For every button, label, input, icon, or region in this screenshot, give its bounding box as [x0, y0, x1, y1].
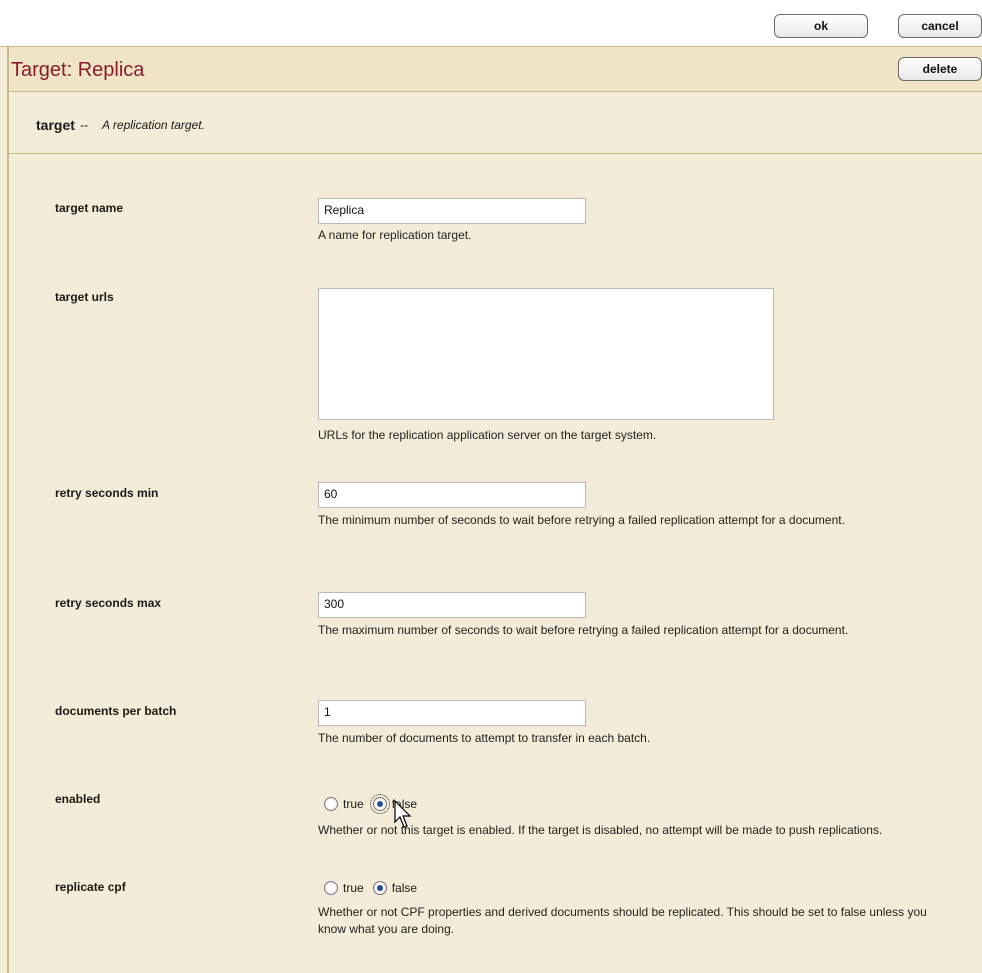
docs-per-batch-help: The number of documents to attempt to tr… — [318, 731, 651, 745]
replicate-cpf-true-label[interactable]: true — [343, 881, 364, 895]
target-name-label: target name — [55, 201, 124, 215]
replicate-cpf-radio-group: true false — [324, 881, 426, 895]
replicate-cpf-help: Whether or not CPF properties and derive… — [318, 905, 927, 936]
enabled-false-radio[interactable] — [369, 794, 390, 814]
enabled-help: Whether or not this target is enabled. I… — [318, 823, 883, 837]
delete-button[interactable]: delete — [898, 57, 982, 81]
retry-min-help: The minimum number of seconds to wait be… — [318, 513, 845, 527]
docs-per-batch-input[interactable]: 1 — [318, 700, 586, 726]
enabled-true-radio[interactable] — [324, 797, 338, 811]
enabled-true-label[interactable]: true — [343, 797, 364, 811]
section-name: target — [36, 117, 75, 133]
ok-button[interactable]: ok — [774, 14, 868, 38]
retry-min-label: retry seconds min — [55, 486, 159, 500]
mouse-pointer-icon — [394, 800, 412, 828]
target-urls-textarea[interactable] — [318, 288, 774, 420]
retry-max-input[interactable]: 300 — [318, 592, 586, 618]
docs-per-batch-label: documents per batch — [55, 704, 177, 718]
target-name-help: A name for replication target. — [318, 228, 472, 242]
retry-max-label: retry seconds max — [55, 596, 162, 610]
retry-max-help: The maximum number of seconds to wait be… — [318, 623, 849, 637]
section-heading: target -- A replication target. — [9, 92, 982, 154]
replicate-cpf-false-radio[interactable] — [372, 881, 387, 895]
panel-left-border — [7, 46, 9, 973]
section-description: A replication target. — [102, 118, 205, 132]
replicate-cpf-true-radio[interactable] — [324, 881, 338, 895]
target-name-input[interactable]: Replica — [318, 198, 586, 224]
enabled-label: enabled — [55, 792, 101, 806]
section-separator: -- — [80, 118, 88, 132]
replicate-cpf-false-label[interactable]: false — [392, 881, 417, 895]
title-bar: Target: Replica — [9, 47, 982, 92]
target-urls-help: URLs for the replication application ser… — [318, 428, 657, 442]
target-urls-label: target urls — [55, 290, 114, 304]
replicate-cpf-label: replicate cpf — [55, 880, 126, 894]
retry-min-input[interactable]: 60 — [318, 482, 586, 508]
cancel-button[interactable]: cancel — [898, 14, 982, 38]
page-title: Target: Replica — [11, 59, 145, 81]
